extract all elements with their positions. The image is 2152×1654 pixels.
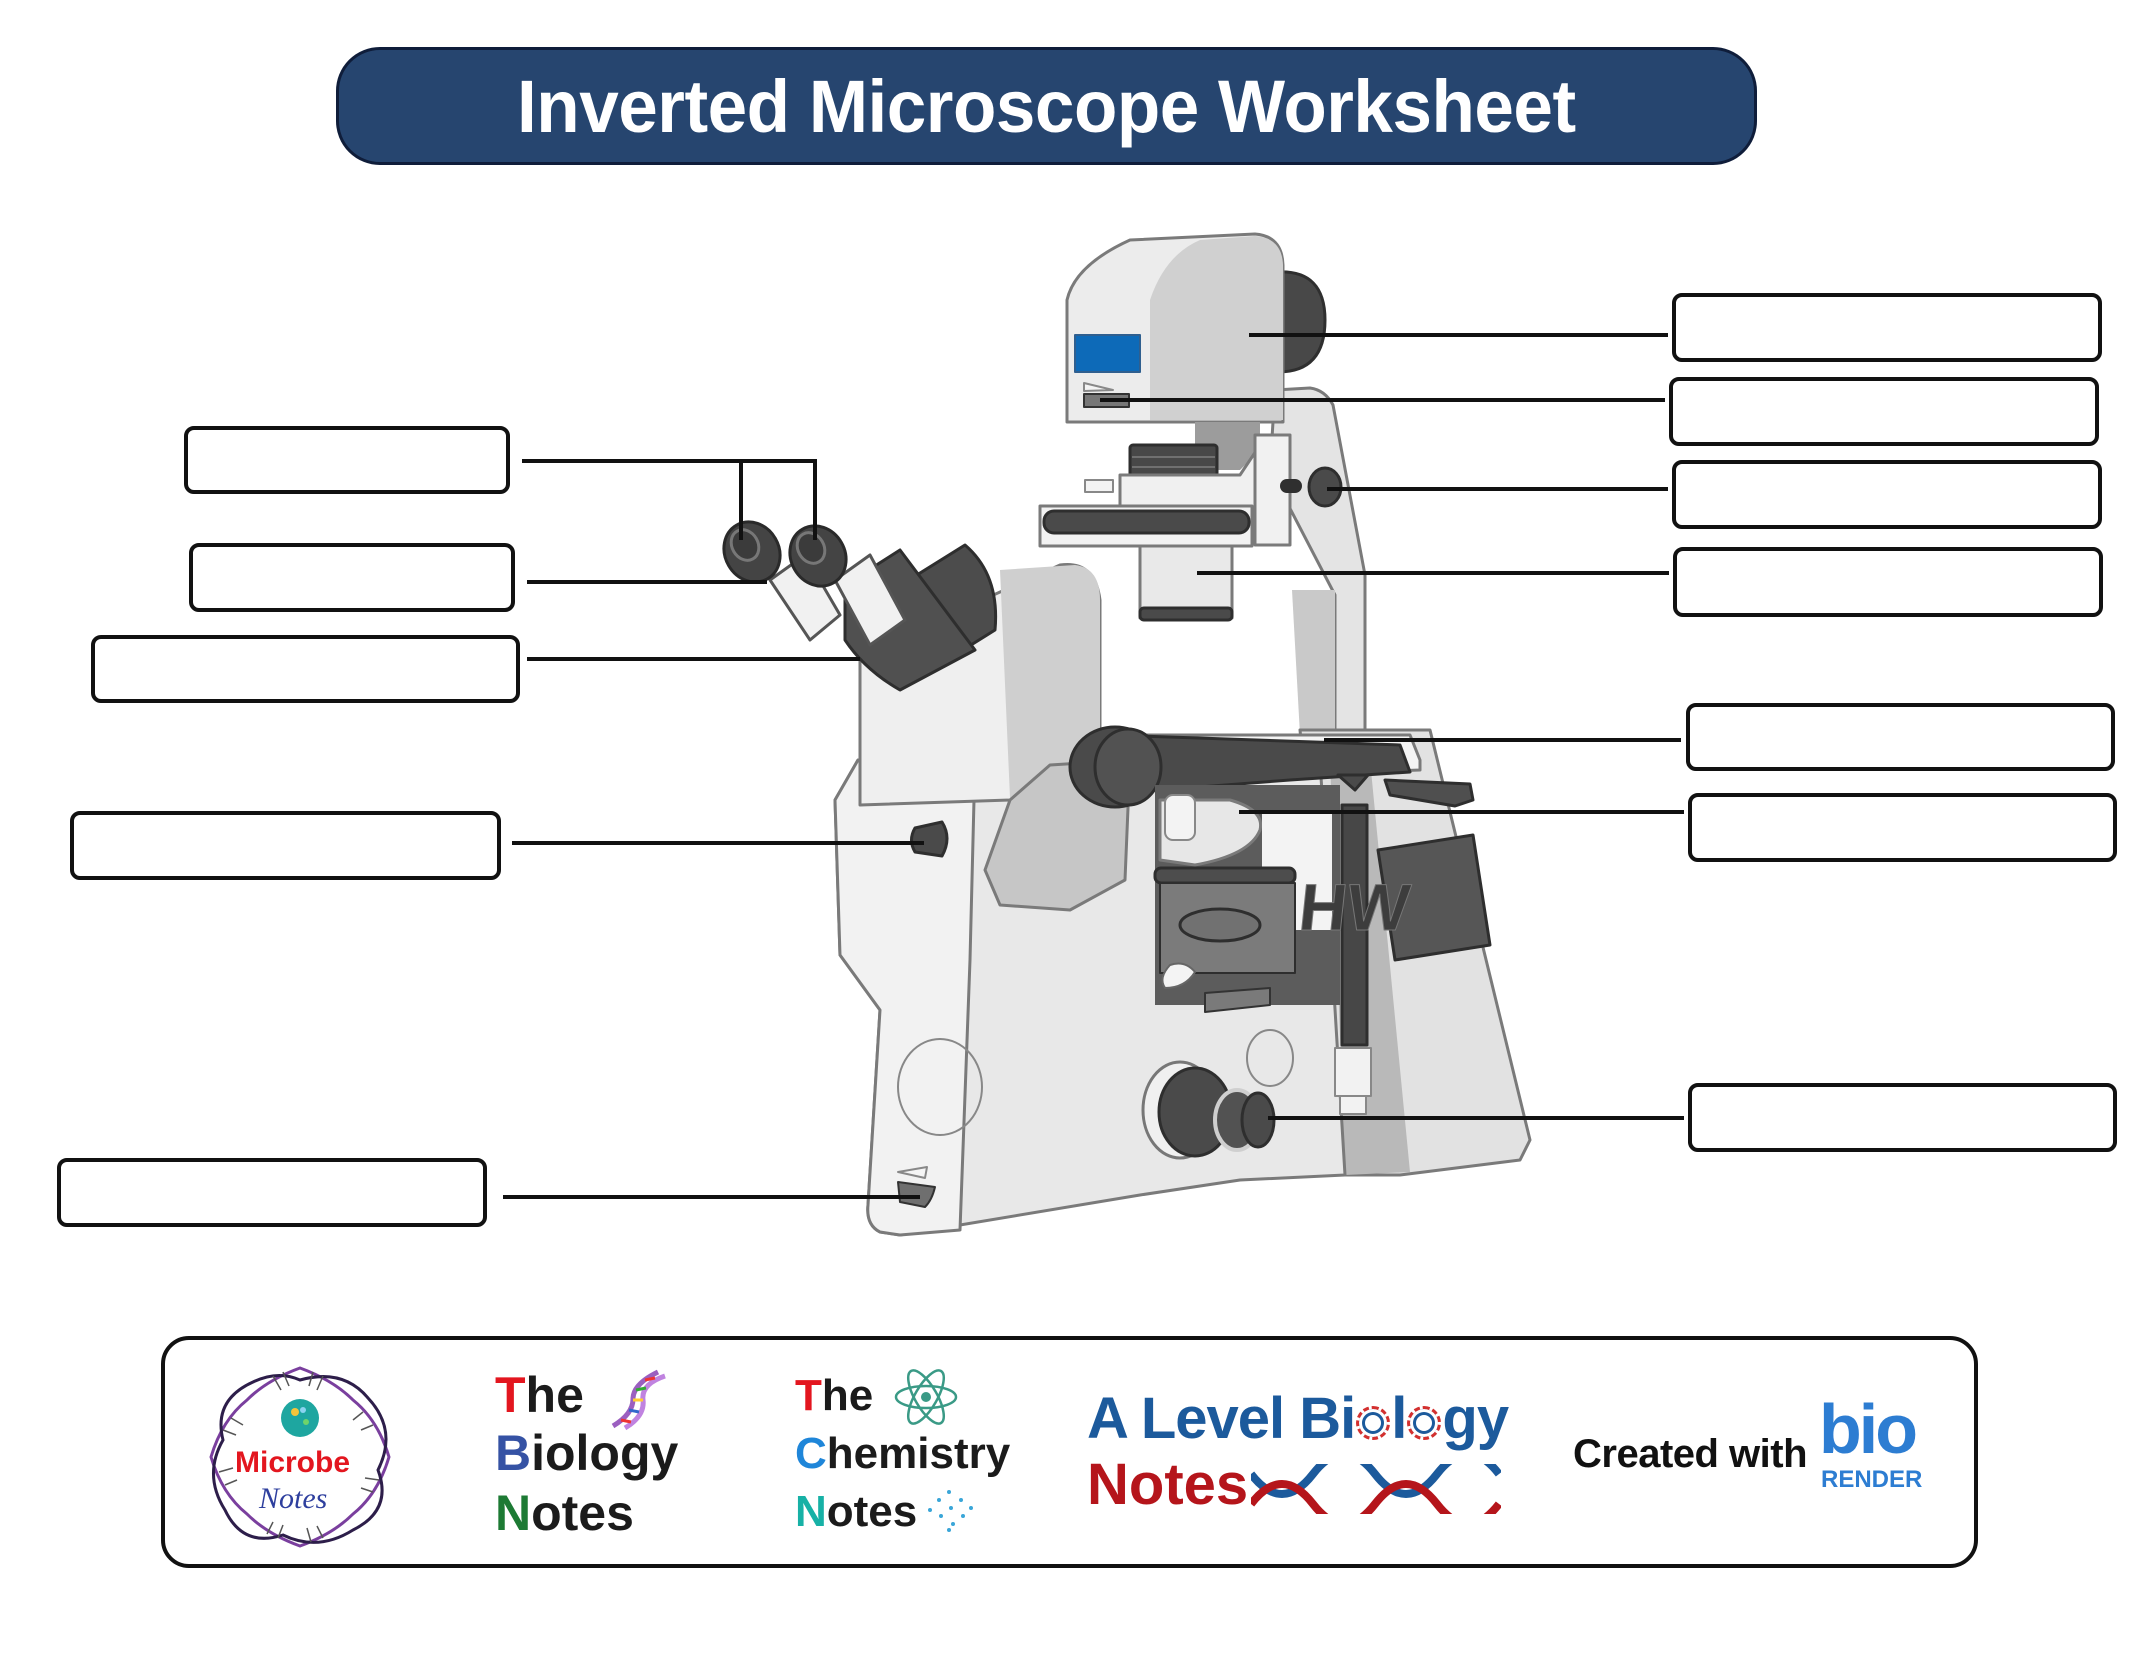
particles-icon — [928, 1490, 973, 1532]
chemistry-notes-line3: Notes — [795, 1487, 918, 1536]
chemistry-notes-line2: Chemistry — [795, 1429, 1011, 1478]
a-level-line1: A Level Bi l gy — [1087, 1386, 1509, 1451]
logo-microbe-notes: Microbe Notes — [203, 1360, 397, 1554]
created-with-text: Created with — [1573, 1432, 1808, 1476]
phase-slider-letters: HW — [1296, 871, 1414, 945]
lamp-housing-side — [1150, 236, 1283, 420]
leader-line-L1 — [522, 459, 817, 540]
condenser-knob-stem — [1280, 479, 1302, 493]
label-box-R1[interactable] — [1672, 293, 2102, 362]
a-level-line2: Notes — [1087, 1452, 1249, 1517]
microscope-illustration: HW — [722, 232, 1532, 1237]
label-box-R5[interactable] — [1686, 703, 2115, 771]
label-box-L2[interactable] — [189, 543, 515, 612]
eyepiece-tubes — [722, 520, 998, 692]
filter-block — [1128, 443, 1219, 479]
biology-notes-line1: The — [495, 1367, 584, 1423]
label-box-R6[interactable] — [1688, 793, 2117, 862]
dna-icon — [611, 1369, 666, 1431]
logo-created-with-biorender: Created with bio RENDER — [1573, 1394, 1953, 1520]
label-box-L5[interactable] — [57, 1158, 487, 1227]
illuminator-post-cap — [1339, 1095, 1367, 1115]
label-box-L1[interactable] — [184, 426, 510, 494]
logo-the-chemistry-notes: The Chemistry Notes — [795, 1369, 1015, 1554]
membrane-o-icon — [1356, 1406, 1391, 1440]
microscope-arm-shade — [1292, 590, 1335, 735]
stage-control-knob-face — [1093, 727, 1163, 807]
biology-notes-line2: Biology — [495, 1425, 679, 1481]
logo-the-biology-notes: The Biology Notes — [495, 1367, 715, 1550]
label-box-R2[interactable] — [1669, 377, 2099, 446]
biorender-brand-bottom: RENDER — [1821, 1466, 1923, 1493]
lamp-housing-back — [1276, 270, 1327, 374]
microbe-notes-line2: Notes — [259, 1482, 328, 1515]
label-box-L4[interactable] — [70, 811, 501, 880]
side-knob — [910, 820, 949, 858]
condenser-lens-rim — [1138, 606, 1234, 622]
objective-lens — [1164, 794, 1196, 841]
filter-tray-slot — [1042, 509, 1251, 535]
footer-logo-panel: Microbe Notes The Biology Notes The Chem… — [161, 1336, 1978, 1568]
chemistry-notes-line1: The — [795, 1371, 874, 1420]
condenser-slider-handle — [1084, 479, 1114, 493]
biorender-brand-top: bio — [1819, 1390, 1918, 1468]
label-box-R4[interactable] — [1673, 547, 2103, 617]
turret-wheel — [1178, 907, 1262, 943]
turret-shelf — [1153, 866, 1297, 885]
label-box-R7[interactable] — [1688, 1083, 2117, 1152]
label-box-R3[interactable] — [1672, 460, 2102, 529]
atom-icon — [894, 1369, 958, 1425]
lamp-display-screen — [1074, 334, 1141, 373]
dna-helix-icon — [1251, 1464, 1501, 1514]
illuminator-post-sleeve — [1334, 1047, 1372, 1097]
membrane-o-icon — [1407, 1406, 1442, 1440]
microbe-notes-line1: Microbe — [235, 1446, 351, 1479]
label-box-L3[interactable] — [91, 635, 520, 703]
microscope-base-front — [833, 758, 977, 1237]
logo-a-level-biology-notes: A Level Bi l gy Notes — [1087, 1390, 1527, 1520]
biology-notes-line3: Notes — [495, 1485, 634, 1541]
